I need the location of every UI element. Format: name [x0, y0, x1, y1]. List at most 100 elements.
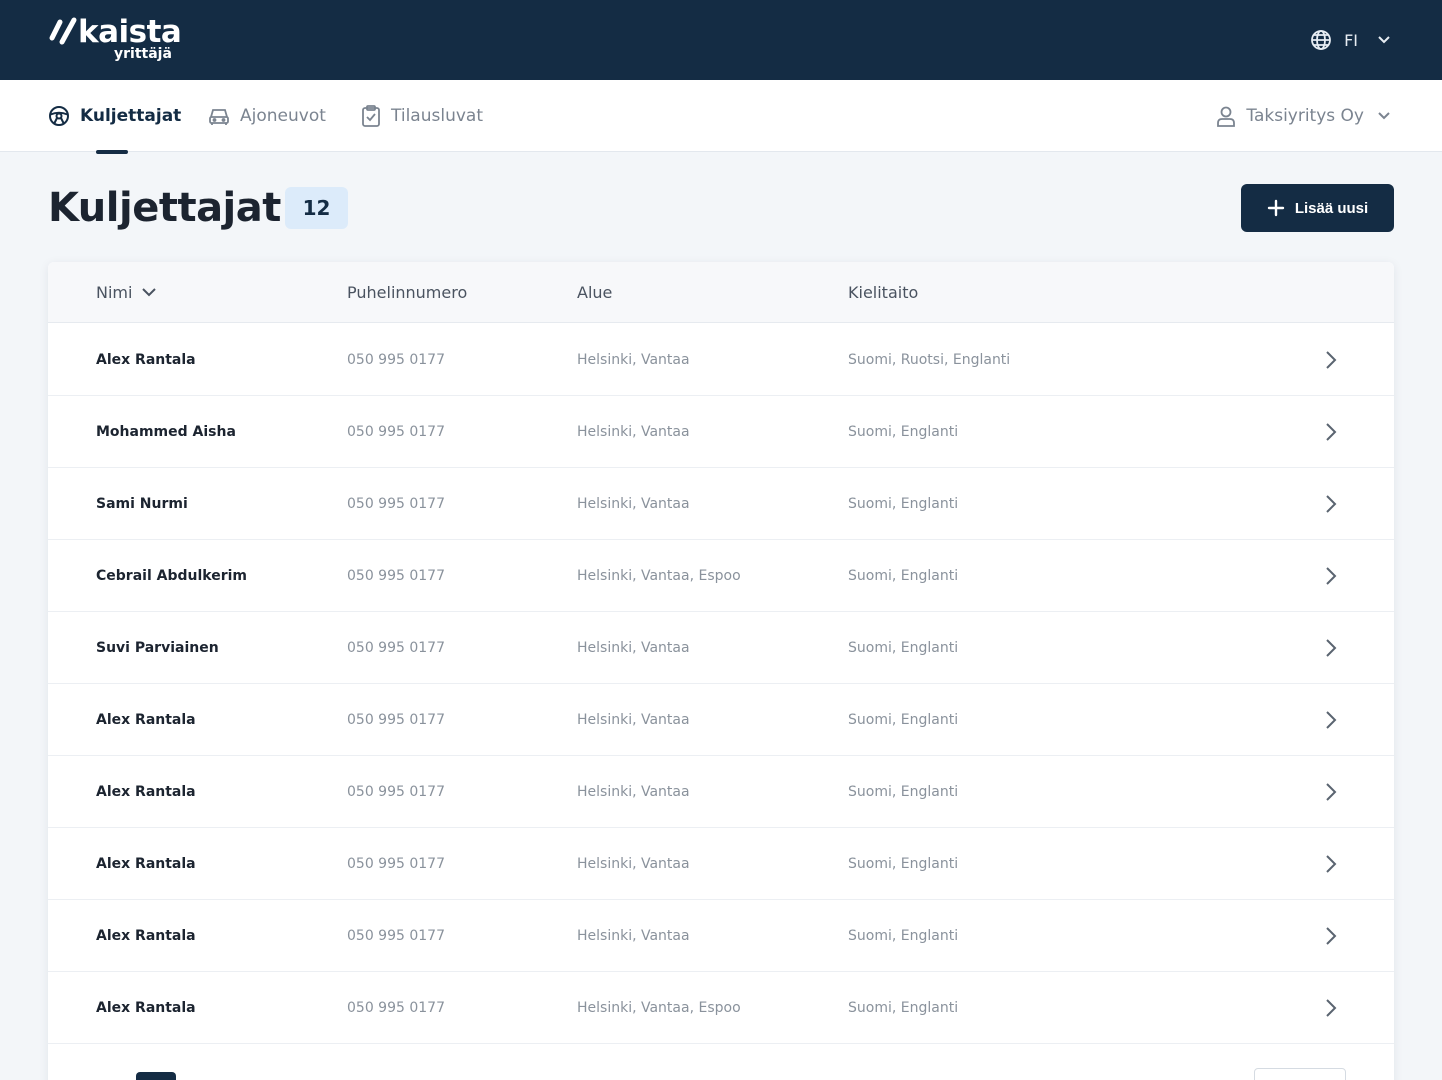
add-new-label: Lisää uusi: [1294, 199, 1369, 217]
column-header-label: Alue: [577, 283, 613, 302]
driver-phone: 050 995 0177: [347, 496, 445, 512]
plus-icon: [1267, 199, 1285, 217]
driver-name: Alex Rantala: [96, 856, 196, 872]
driver-name: Cebrail Abdulkerim: [96, 568, 247, 584]
driver-phone: 050 995 0177: [347, 856, 445, 872]
table-row[interactable]: Cebrail Abdulkerim 050 995 0177 Helsinki…: [48, 540, 1394, 612]
column-header-label: Nimi: [96, 283, 133, 302]
driver-phone: 050 995 0177: [347, 784, 445, 800]
active-tab-indicator: [96, 150, 128, 154]
driver-languages: Suomi, Englanti: [848, 928, 959, 944]
driver-area: Helsinki, Vantaa: [577, 856, 690, 872]
user-icon: [1217, 106, 1236, 127]
pagination-current-page[interactable]: [136, 1072, 176, 1080]
driver-phone: 050 995 0177: [347, 712, 445, 728]
table-row[interactable]: Mohammed Aisha 050 995 0177 Helsinki, Va…: [48, 396, 1394, 468]
top-bar: kaista yrittäjä FI: [0, 0, 1442, 80]
driver-phone: 050 995 0177: [347, 1000, 445, 1016]
globe-icon: [1311, 30, 1331, 50]
add-new-button[interactable]: Lisää uusi: [1241, 184, 1394, 232]
chevron-right-icon[interactable]: [1325, 494, 1337, 514]
nav-item-label: Ajoneuvot: [240, 106, 326, 126]
driver-languages: Suomi, Englanti: [848, 640, 959, 656]
driver-name: Alex Rantala: [96, 784, 196, 800]
chevron-right-icon[interactable]: [1325, 926, 1337, 946]
driver-phone: 050 995 0177: [347, 424, 445, 440]
table-row[interactable]: Alex Rantala 050 995 0177 Helsinki, Vant…: [48, 684, 1394, 756]
driver-phone: 050 995 0177: [347, 640, 445, 656]
table-row[interactable]: Alex Rantala 050 995 0177 Helsinki, Vant…: [48, 324, 1394, 396]
driver-name: Alex Rantala: [96, 928, 196, 944]
chevron-right-icon[interactable]: [1325, 566, 1337, 586]
driver-area: Helsinki, Vantaa, Espoo: [577, 1000, 741, 1016]
chevron-down-icon: [1378, 36, 1390, 44]
chevron-right-icon[interactable]: [1325, 782, 1337, 802]
language-label: FI: [1344, 30, 1358, 50]
chevron-right-icon[interactable]: [1325, 854, 1337, 874]
logo-main-text: kaista: [78, 14, 182, 50]
driver-languages: Suomi, Englanti: [848, 712, 959, 728]
chevron-right-icon[interactable]: [1325, 422, 1337, 442]
language-selector[interactable]: FI: [1310, 26, 1390, 54]
driver-name: Alex Rantala: [96, 712, 196, 728]
table-row[interactable]: Suvi Parviainen 050 995 0177 Helsinki, V…: [48, 612, 1394, 684]
chevron-right-icon[interactable]: [1325, 350, 1337, 370]
chevron-down-icon: [1378, 112, 1390, 120]
driver-area: Helsinki, Vantaa: [577, 712, 690, 728]
column-header-label: Puhelinnumero: [347, 283, 468, 302]
driver-languages: Suomi, Englanti: [848, 568, 959, 584]
driver-area: Helsinki, Vantaa: [577, 640, 690, 656]
company-selector[interactable]: Taksiyritys Oy: [1216, 80, 1390, 152]
nav-item-tilausluvat[interactable]: Tilausluvat: [361, 80, 483, 152]
page-size-select[interactable]: [1254, 1068, 1346, 1080]
driver-area: Helsinki, Vantaa: [577, 496, 690, 512]
driver-area: Helsinki, Vantaa: [577, 928, 690, 944]
kaista-logo[interactable]: kaista yrittäjä: [48, 14, 188, 68]
table-row[interactable]: Alex Rantala 050 995 0177 Helsinki, Vant…: [48, 972, 1394, 1044]
chevron-right-icon[interactable]: [1325, 638, 1337, 658]
driver-name: Alex Rantala: [96, 1000, 196, 1016]
table-row[interactable]: Alex Rantala 050 995 0177 Helsinki, Vant…: [48, 828, 1394, 900]
logo-sub-text: yrittäjä: [114, 46, 172, 62]
driver-languages: Suomi, Englanti: [848, 1000, 959, 1016]
table-row[interactable]: Alex Rantala 050 995 0177 Helsinki, Vant…: [48, 900, 1394, 972]
driver-phone: 050 995 0177: [347, 928, 445, 944]
count-badge: 12: [285, 187, 348, 229]
steering-wheel-icon: [49, 106, 69, 126]
driver-name: Mohammed Aisha: [96, 424, 236, 440]
nav-item-label: Tilausluvat: [391, 106, 483, 126]
table-row[interactable]: Alex Rantala 050 995 0177 Helsinki, Vant…: [48, 756, 1394, 828]
column-header-label: Kielitaito: [848, 283, 919, 302]
driver-languages: Suomi, Englanti: [848, 424, 959, 440]
driver-languages: Suomi, Englanti: [848, 856, 959, 872]
driver-languages: Suomi, Englanti: [848, 784, 959, 800]
clipboard-icon: [362, 105, 380, 127]
driver-name: Alex Rantala: [96, 352, 196, 368]
drivers-table: Nimi Puhelinnumero Alue Kielitaito Alex …: [48, 262, 1394, 1080]
table-row[interactable]: Sami Nurmi 050 995 0177 Helsinki, Vantaa…: [48, 468, 1394, 540]
column-header-alue: Alue: [577, 262, 612, 323]
chevron-right-icon[interactable]: [1325, 998, 1337, 1018]
driver-area: Helsinki, Vantaa: [577, 424, 690, 440]
nav-item-kuljettajat[interactable]: Kuljettajat: [48, 80, 181, 152]
driver-languages: Suomi, Englanti: [848, 496, 959, 512]
sort-chevron-down-icon: [142, 288, 157, 297]
column-header-nimi[interactable]: Nimi: [96, 262, 157, 323]
nav-item-label: Kuljettajat: [80, 106, 182, 126]
driver-area: Helsinki, Vantaa: [577, 784, 690, 800]
logo-mark-icon: [49, 17, 77, 45]
car-icon: [209, 109, 229, 125]
driver-phone: 050 995 0177: [347, 352, 445, 368]
driver-name: Sami Nurmi: [96, 496, 188, 512]
driver-area: Helsinki, Vantaa: [577, 352, 690, 368]
driver-phone: 050 995 0177: [347, 568, 445, 584]
driver-name: Suvi Parviainen: [96, 640, 219, 656]
page-title: Kuljettajat: [48, 185, 281, 231]
column-header-kielitaito: Kielitaito: [848, 262, 918, 323]
chevron-right-icon[interactable]: [1325, 710, 1337, 730]
driver-area: Helsinki, Vantaa, Espoo: [577, 568, 741, 584]
table-header: Nimi Puhelinnumero Alue Kielitaito: [48, 262, 1394, 323]
company-label: Taksiyritys Oy: [1246, 106, 1364, 126]
column-header-puhelinnumero: Puhelinnumero: [347, 262, 467, 323]
nav-item-ajoneuvot[interactable]: Ajoneuvot: [208, 80, 326, 152]
